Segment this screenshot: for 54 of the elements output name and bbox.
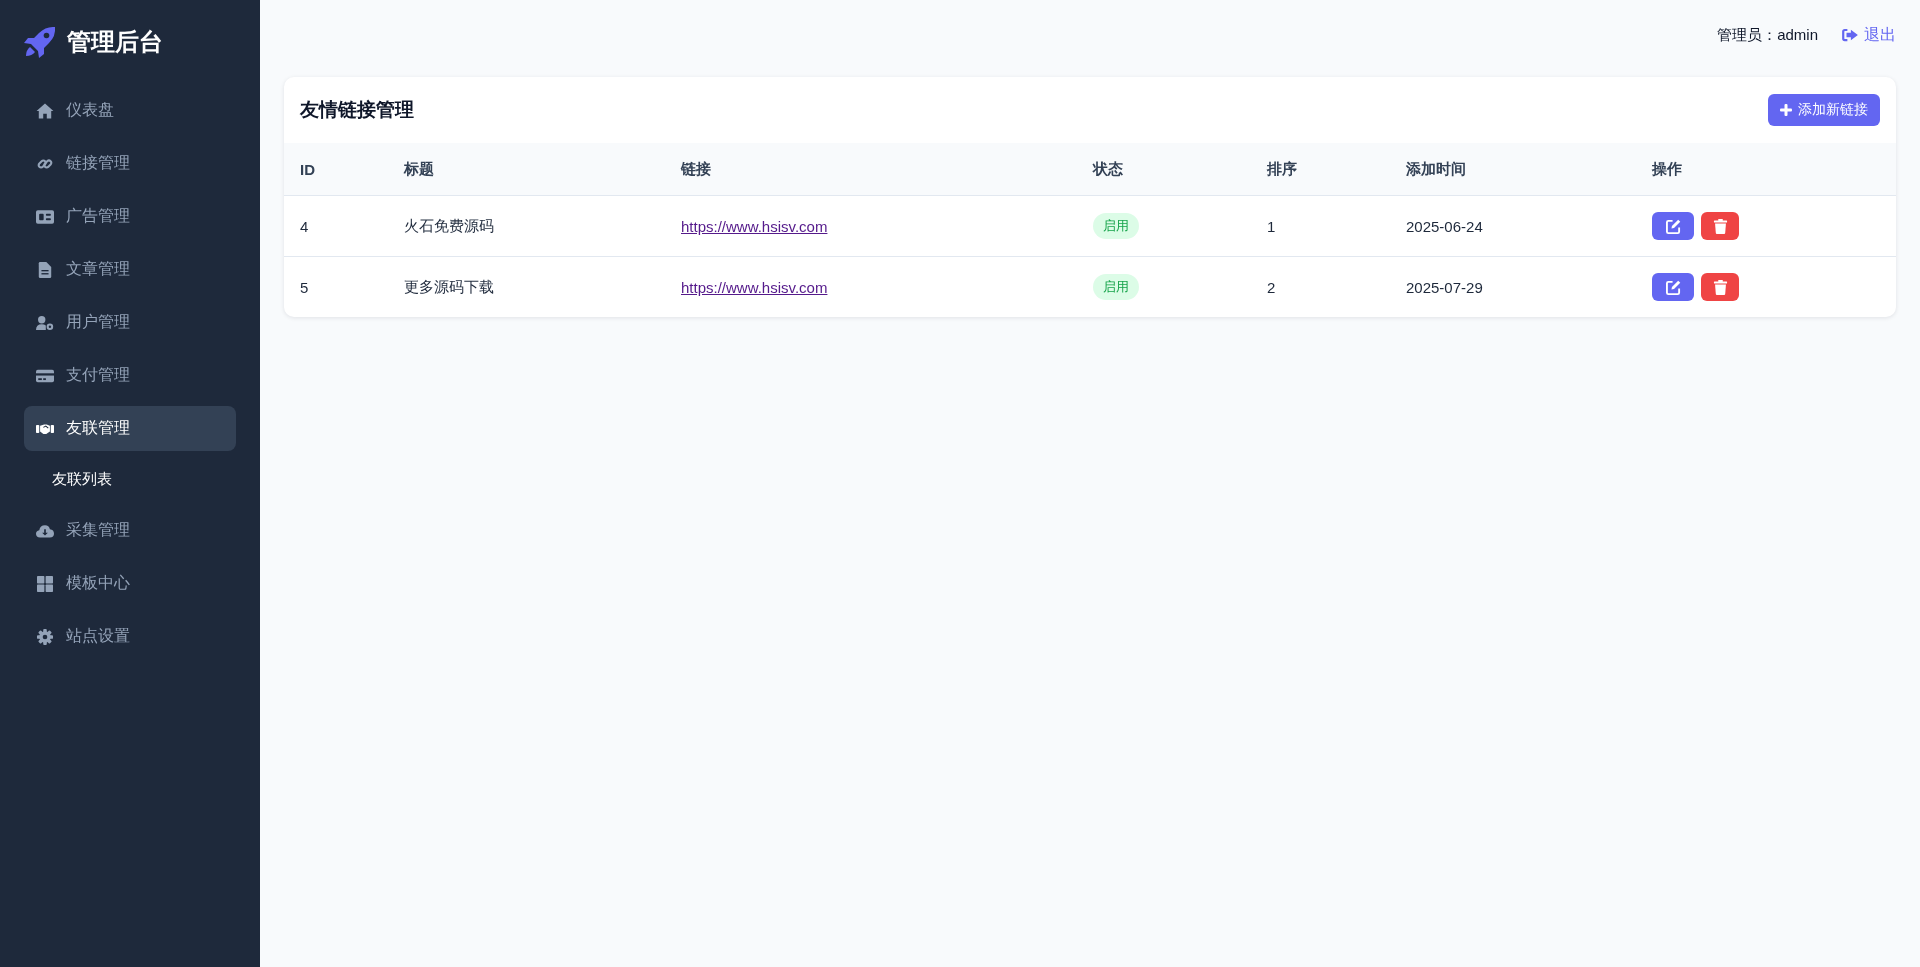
settings-icon (36, 628, 54, 645)
card-title: 友情链接管理 (300, 98, 414, 122)
rocket-icon (24, 26, 56, 58)
edit-icon (1665, 279, 1681, 295)
table-cell: 火石免费源码 (388, 195, 665, 257)
column-header: 链接 (665, 143, 1077, 196)
table-cell: 2 (1251, 256, 1390, 317)
plus-icon (1780, 104, 1792, 116)
sidebar-item[interactable]: 文章管理 (24, 247, 236, 292)
sidebar-item[interactable]: 广告管理 (24, 194, 236, 239)
banner-icon (36, 208, 54, 225)
table-cell: 4 (284, 195, 388, 257)
sidebar-item[interactable]: 采集管理 (24, 508, 236, 553)
file-icon (36, 261, 54, 278)
sidebar-item[interactable]: 友联管理 (24, 406, 236, 451)
home-icon (36, 102, 54, 119)
column-header: 操作 (1636, 143, 1896, 196)
column-header: 状态 (1077, 143, 1251, 196)
edit-button[interactable] (1652, 212, 1694, 240)
delete-button[interactable] (1701, 273, 1739, 301)
column-header: 排序 (1251, 143, 1390, 196)
logout-link[interactable]: 退出 (1842, 24, 1896, 46)
column-header: 标题 (388, 143, 665, 196)
url-link[interactable]: https://www.hsisv.com (681, 278, 828, 296)
admin-user-label: 管理员：admin (1717, 25, 1818, 45)
user-gear-icon (36, 314, 54, 331)
grid-icon (36, 575, 54, 592)
table-cell: 2025-06-24 (1390, 195, 1636, 257)
cloud-download-icon (36, 522, 54, 539)
table-cell: 5 (284, 256, 388, 317)
sidebar-item[interactable]: 链接管理 (24, 141, 236, 186)
sidebar-item[interactable]: 站点设置 (24, 614, 236, 659)
brand-title: 管理后台 (67, 27, 163, 57)
sidebar-item[interactable]: 用户管理 (24, 300, 236, 345)
trash-icon (1712, 279, 1728, 295)
sidebar-item[interactable]: 仪表盘 (24, 88, 236, 133)
table-cell: 更多源码下载 (388, 256, 665, 317)
edit-button[interactable] (1652, 273, 1694, 301)
edit-icon (1665, 218, 1681, 234)
table-cell: 1 (1251, 195, 1390, 257)
sign-out-icon (1842, 28, 1858, 42)
delete-button[interactable] (1701, 212, 1739, 240)
credit-card-icon (36, 367, 54, 384)
sidebar-subitem[interactable]: 友联列表 (24, 459, 236, 500)
trash-icon (1712, 218, 1728, 234)
table-cell: 2025-07-29 (1390, 256, 1636, 317)
column-header: 添加时间 (1390, 143, 1636, 196)
add-link-button[interactable]: 添加新链接 (1768, 94, 1880, 126)
status-badge: 启用 (1093, 213, 1139, 239)
url-link[interactable]: https://www.hsisv.com (681, 217, 828, 235)
sidebar-item[interactable]: 支付管理 (24, 353, 236, 398)
sidebar-item[interactable]: 模板中心 (24, 561, 236, 606)
status-badge: 启用 (1093, 274, 1139, 300)
column-header: ID (284, 143, 388, 196)
